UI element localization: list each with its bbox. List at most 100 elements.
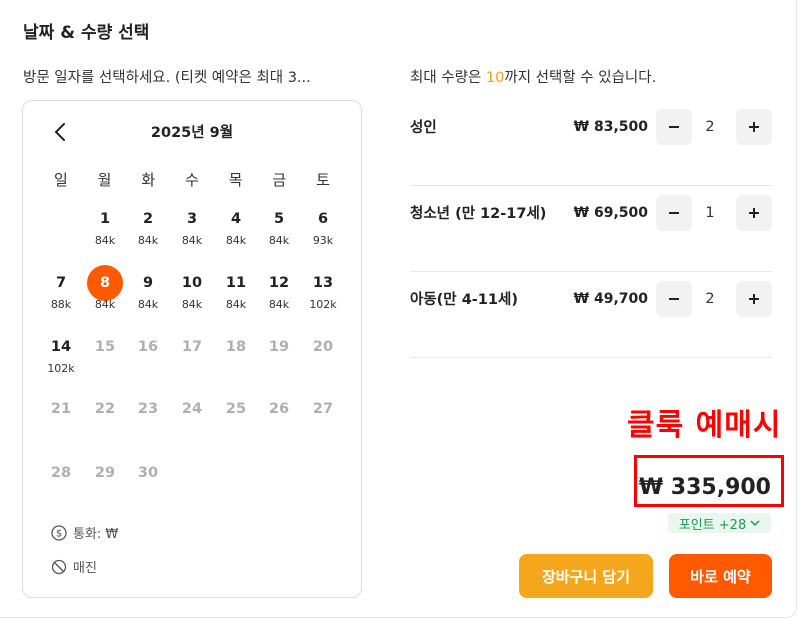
ticket-label: 아동(만 4-11세) — [410, 292, 518, 308]
weekday-label: 토 — [316, 171, 330, 189]
calendar-day-number: 24 — [181, 401, 203, 417]
plus-icon — [749, 208, 759, 218]
calendar-day[interactable]: 5 84k — [257, 201, 301, 261]
calendar-day-number: 14 — [50, 339, 72, 355]
ticket-count: 2 — [705, 291, 715, 307]
calendar-day: 23 — [126, 391, 170, 451]
quantity-note-prefix: 최대 수량은 — [410, 70, 486, 86]
calendar-day[interactable]: 13 102k — [301, 265, 345, 325]
increment-button[interactable] — [736, 281, 772, 317]
calendar-day-number: 25 — [225, 401, 247, 417]
calendar-day[interactable]: 3 84k — [170, 201, 214, 261]
calendar-day-price: 93k — [312, 234, 334, 247]
calendar-day-number: 11 — [225, 275, 247, 291]
weekday-label: 금 — [272, 171, 287, 189]
calendar-day-number: 9 — [142, 275, 154, 291]
calendar-day-number: 17 — [181, 339, 203, 355]
calendar-day-price: 84k — [268, 234, 290, 247]
calendar-day-number: 29 — [94, 465, 116, 481]
calendar-day[interactable]: 2 84k — [126, 201, 170, 261]
calendar-day-number: 21 — [50, 401, 72, 417]
calendar-day-number: 12 — [268, 275, 290, 291]
increment-button[interactable] — [736, 109, 772, 145]
calendar-day-number: 28 — [50, 465, 72, 481]
dollar-coin-icon: $ — [51, 524, 67, 541]
minus-icon — [669, 298, 679, 300]
calendar-day: 22 — [83, 391, 127, 451]
calendar-day[interactable]: 12 84k — [257, 265, 301, 325]
calendar-day: 25 — [214, 391, 258, 451]
calendar-day: 26 — [257, 391, 301, 451]
ticket-row-adult: 성인 ₩ 83,500 2 — [410, 100, 772, 186]
calendar-day-number: 8 — [87, 265, 123, 301]
minus-icon — [669, 212, 679, 214]
calendar-day-selected[interactable]: 8 84k — [83, 265, 127, 325]
plus-icon — [749, 294, 759, 304]
decrement-button[interactable] — [656, 281, 692, 317]
calendar-day-number: 23 — [137, 401, 159, 417]
calendar-day[interactable]: 14 102k — [39, 329, 83, 389]
calendar-day-number: 27 — [312, 401, 334, 417]
ticket-row-youth: 청소년 (만 12-17세) ₩ 69,500 1 — [410, 186, 772, 272]
calendar-day-price: 84k — [225, 234, 247, 247]
calendar-day-price: 84k — [181, 234, 203, 247]
calendar-day: 20 — [301, 329, 345, 389]
increment-button[interactable] — [736, 195, 772, 231]
calendar-day-price: 102k — [47, 362, 75, 375]
calendar-day-price: 84k — [137, 234, 159, 247]
legend-currency: $ 통화: ₩ — [51, 523, 118, 542]
decrement-button[interactable] — [656, 195, 692, 231]
weekday-label: 목 — [228, 171, 243, 189]
calendar-day-price: 84k — [94, 234, 116, 247]
ticket-count: 2 — [705, 119, 715, 135]
ticket-label: 성인 — [410, 120, 437, 136]
calendar-day-number: 4 — [230, 211, 242, 227]
calendar-day-number: 1 — [99, 211, 111, 227]
minus-icon — [669, 126, 679, 128]
points-label: 포인트 +28 — [678, 517, 747, 533]
calendar-day: 15 — [83, 329, 127, 389]
calendar-day[interactable]: 1 84k — [83, 201, 127, 261]
ticket-price: ₩ 69,500 — [573, 205, 648, 221]
add-to-cart-button[interactable]: 장바구니 담기 — [519, 554, 653, 598]
ticket-price: ₩ 83,500 — [573, 119, 648, 135]
quantity-note: 최대 수량은 10까지 선택할 수 있습니다. — [410, 66, 656, 87]
calendar-day-number: 20 — [312, 339, 334, 355]
calendar-day[interactable]: 6 93k — [301, 201, 345, 261]
calendar-day[interactable]: 9 84k — [126, 265, 170, 325]
calendar-day: 24 — [170, 391, 214, 451]
calendar-day: 16 — [126, 329, 170, 389]
calendar-day-price: 88k — [50, 298, 72, 311]
calendar-day-number: 3 — [186, 211, 198, 227]
plus-icon — [749, 122, 759, 132]
calendar-day[interactable]: 4 84k — [214, 201, 258, 261]
calendar-day: 17 — [170, 329, 214, 389]
calendar-subtitle: 방문 일자를 선택하세요. (티켓 예약은 최대 3... — [23, 70, 311, 86]
book-now-button[interactable]: 바로 예약 — [669, 554, 772, 598]
calendar-day-number: 7 — [55, 275, 67, 291]
calendar-day-number: 5 — [273, 211, 285, 227]
legend-soldout: 매진 — [51, 557, 97, 576]
calendar-day[interactable]: 7 88k — [39, 265, 83, 325]
calendar-month-label: 2025년 9월 — [150, 125, 234, 141]
decrement-button[interactable] — [656, 109, 692, 145]
calendar-day-number: 2 — [142, 211, 154, 227]
calendar: 2025년 9월 일 월 화 수 목 금 토 1 84k 2 84k 3 84k 4 84k 5… — [22, 100, 362, 598]
points-badge[interactable]: 포인트 +28 — [668, 513, 771, 533]
total-price: ₩ 335,900 — [638, 475, 771, 500]
legend-soldout-label: 매진 — [73, 561, 97, 576]
calendar-day[interactable]: 11 84k — [214, 265, 258, 325]
calendar-day: 27 — [301, 391, 345, 451]
weekday-label: 수 — [185, 171, 199, 189]
calendar-day-price: 84k — [268, 298, 290, 311]
calendar-day-number: 6 — [317, 211, 329, 227]
quantity-max: 10 — [485, 70, 505, 86]
calendar-day-number: 15 — [94, 339, 116, 355]
calendar-day-price: 102k — [309, 298, 337, 311]
calendar-day-number: 16 — [137, 339, 159, 355]
calendar-day: 21 — [39, 391, 83, 451]
calendar-day: 29 — [83, 455, 127, 515]
calendar-day-price: 84k — [225, 298, 247, 311]
calendar-day[interactable]: 10 84k — [170, 265, 214, 325]
calendar-day-price: 84k — [181, 298, 203, 311]
